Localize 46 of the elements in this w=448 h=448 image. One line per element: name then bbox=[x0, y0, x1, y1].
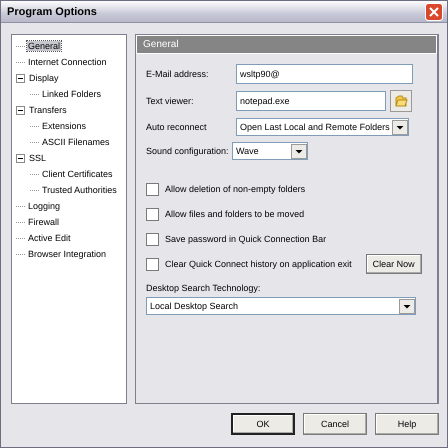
panel-header: General bbox=[136, 35, 437, 54]
checkbox-label: Save password in Quick Connection Bar bbox=[165, 234, 326, 244]
field-label: E-Mail address: bbox=[146, 69, 210, 79]
collapse-icon[interactable] bbox=[16, 154, 25, 162]
tree-item[interactable]: Trusted Authorities bbox=[41, 185, 118, 195]
field-label: Text viewer: bbox=[146, 96, 195, 106]
field-label: Desktop Search Technology: bbox=[146, 283, 262, 293]
tree-item[interactable]: Active Edit bbox=[27, 233, 72, 243]
tree-item[interactable]: Extensions bbox=[41, 121, 88, 131]
tree-item[interactable]: Transfers bbox=[28, 105, 68, 115]
dropdown-value: Open Last Local and Remote Folders bbox=[240, 122, 390, 132]
checkbox[interactable] bbox=[146, 258, 159, 270]
checkbox-label: Clear Quick Connect history on application exit bbox=[165, 259, 352, 269]
checkbox-label: Allow deletion of non-empty folders bbox=[165, 184, 306, 194]
field-label: Auto reconnect bbox=[146, 122, 208, 132]
close-icon[interactable] bbox=[425, 2, 443, 20]
dropdown-value: Local Desktop Search bbox=[150, 301, 238, 311]
field-label: Sound configuration: bbox=[146, 146, 228, 156]
input-field[interactable]: wsltp90@ bbox=[236, 64, 413, 84]
tree-item[interactable]: Linked Folders bbox=[41, 89, 102, 99]
tree-item[interactable]: Internet Connection bbox=[27, 57, 108, 67]
checkbox-label: Allow files and folders to be moved bbox=[165, 209, 304, 219]
checkbox[interactable] bbox=[146, 232, 159, 246]
checkbox[interactable] bbox=[146, 182, 159, 196]
input-field[interactable]: notepad.exe bbox=[236, 91, 386, 111]
collapse-icon[interactable] bbox=[16, 106, 25, 114]
clear-now-button[interactable]: Clear Now bbox=[366, 254, 422, 274]
tree-item[interactable]: Firewall bbox=[27, 217, 60, 227]
dropdown[interactable]: Open Last Local and Remote Folders bbox=[236, 118, 409, 136]
window-title: Program Options bbox=[7, 6, 97, 18]
folder-icon[interactable] bbox=[390, 90, 412, 112]
tree-item[interactable]: Display bbox=[28, 73, 60, 83]
tree-item[interactable]: General bbox=[27, 41, 62, 51]
tree-item[interactable]: Client Certificates bbox=[41, 169, 114, 179]
dialog-button[interactable]: OK bbox=[231, 413, 295, 435]
tree-item[interactable]: SSL bbox=[28, 153, 48, 163]
tree-item[interactable]: Logging bbox=[27, 201, 62, 211]
dropdown[interactable]: Wave bbox=[232, 142, 308, 160]
checkbox[interactable] bbox=[146, 208, 159, 220]
dialog-button[interactable]: Help bbox=[375, 413, 439, 435]
dropdown[interactable]: Local Desktop Search bbox=[146, 297, 416, 315]
dialog-button[interactable]: Cancel bbox=[303, 413, 367, 435]
dropdown-value: Wave bbox=[236, 146, 259, 156]
collapse-icon[interactable] bbox=[16, 74, 25, 82]
tree-item[interactable]: Browser Integration bbox=[27, 249, 108, 259]
tree-item[interactable]: ASCII Filenames bbox=[41, 137, 111, 147]
